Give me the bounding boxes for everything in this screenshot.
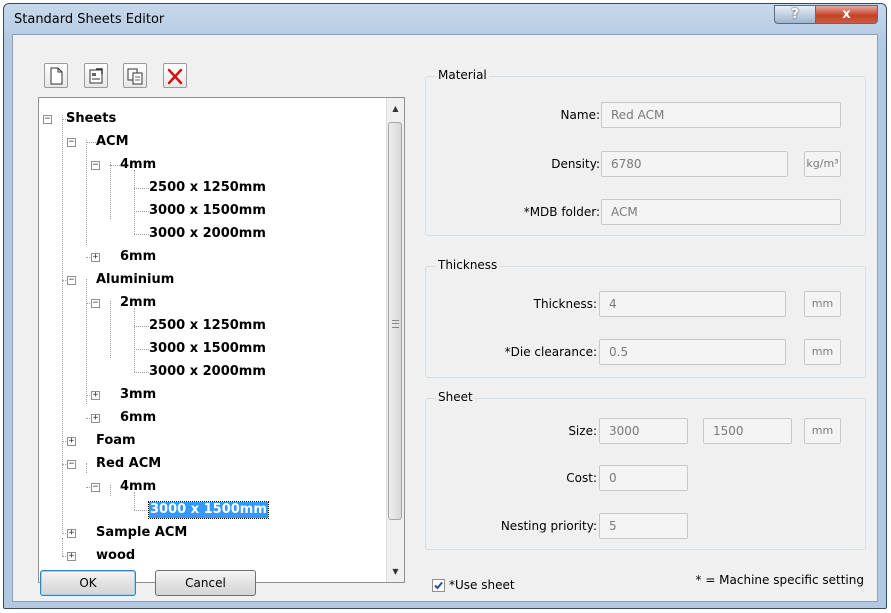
density-label: Density: (551, 157, 600, 171)
tree-node-acm[interactable]: ACM (96, 134, 129, 150)
die-clearance-unit: mm (804, 339, 841, 365)
sheet-group-title: Sheet (436, 390, 475, 404)
tree-node-aluminium-6mm[interactable]: 6mm (120, 410, 156, 426)
dialog-client-area: − Sheets − ACM − 4mm 2500 x 1250mm 3000 … (12, 34, 878, 602)
ok-button[interactable]: OK (40, 570, 136, 596)
tree-node-aluminium-2mm-3000x1500[interactable]: 3000 x 1500mm (149, 341, 266, 357)
tree-expander-aluminium[interactable]: − (67, 276, 76, 285)
tree-node-red-acm-4mm-3000x1500-selected[interactable]: 3000 x 1500mm (148, 501, 269, 519)
tree-node-red-acm-4mm[interactable]: 4mm (120, 479, 156, 495)
tree-node-acm-4mm-3000x2000[interactable]: 3000 x 2000mm (149, 226, 266, 242)
tree-expander-sample-acm[interactable]: + (67, 529, 76, 538)
tree-expander-aluminium-6mm[interactable]: + (91, 414, 100, 423)
tree-node-foam[interactable]: Foam (96, 433, 136, 449)
tree-expander-acm-6mm[interactable]: + (91, 253, 100, 262)
checkmark-icon (434, 581, 443, 590)
tree-expander-acm[interactable]: − (67, 138, 76, 147)
window-title: Standard Sheets Editor (14, 12, 165, 27)
scroll-down-arrow-icon[interactable]: ▼ (387, 563, 404, 580)
thickness-group: Thickness Thickness: 4 mm *Die clearance… (425, 258, 866, 378)
title-bar[interactable]: Standard Sheets Editor ? x (4, 4, 886, 34)
tree-node-sample-acm[interactable]: Sample ACM (96, 525, 187, 541)
new-document-icon (50, 67, 63, 85)
tree-node-acm-4mm[interactable]: 4mm (120, 157, 156, 173)
density-field[interactable]: 6780 (601, 151, 788, 177)
copy-icon (127, 68, 143, 85)
tree-expander-aluminium-2mm[interactable]: − (91, 299, 100, 308)
nesting-priority-field[interactable]: 5 (599, 513, 688, 539)
tree-node-acm-4mm-3000x1500[interactable]: 3000 x 1500mm (149, 203, 266, 219)
thickness-group-title: Thickness (436, 258, 500, 272)
tree-expander-red-acm[interactable]: − (67, 460, 76, 469)
delete-button[interactable] (163, 63, 187, 88)
mdb-folder-label: *MDB folder: (523, 205, 600, 219)
thickness-label: Thickness: (533, 297, 597, 311)
tree-expander-red-acm-4mm[interactable]: − (91, 483, 100, 492)
dialog-window: Standard Sheets Editor ? x − Sheets − AC… (3, 3, 887, 609)
tree-node-aluminium-2mm-3000x2000[interactable]: 3000 x 2000mm (149, 364, 266, 380)
scroll-thumb[interactable] (388, 122, 402, 520)
tree-node-aluminium-2mm[interactable]: 2mm (120, 295, 156, 311)
die-clearance-label: *Die clearance: (504, 345, 597, 359)
die-clearance-field[interactable]: 0.5 (599, 339, 786, 365)
delete-x-icon (167, 68, 183, 85)
scroll-up-arrow-icon[interactable]: ▲ (387, 100, 404, 117)
help-button[interactable]: ? (774, 5, 816, 24)
nesting-priority-label: Nesting priority: (500, 519, 597, 533)
sheet-height-field[interactable]: 1500 (703, 418, 792, 444)
new-sheet-button[interactable] (44, 63, 68, 88)
density-unit: kg/m³ (804, 151, 841, 177)
tree-scrollbar[interactable]: ▲ ▼ (386, 98, 404, 582)
cancel-button[interactable]: Cancel (155, 570, 256, 596)
material-group: Material Name: Red ACM Density: 6780 kg/… (425, 68, 866, 236)
cost-label: Cost: (566, 471, 597, 485)
tree-node-aluminium-3mm[interactable]: 3mm (120, 387, 156, 403)
material-group-title: Material (436, 68, 489, 82)
tree-node-red-acm[interactable]: Red ACM (96, 456, 161, 472)
tree-expander-acm-4mm[interactable]: − (91, 161, 100, 170)
mdb-folder-field[interactable]: ACM (601, 199, 841, 225)
copy-button[interactable] (123, 63, 147, 88)
size-unit: mm (804, 418, 841, 444)
cost-field[interactable]: 0 (599, 465, 688, 491)
name-label: Name: (560, 108, 600, 122)
properties-button[interactable] (84, 63, 108, 88)
tree-node-sheets[interactable]: Sheets (66, 111, 116, 127)
use-sheet-checkbox[interactable] (432, 579, 445, 592)
tree-node-acm-6mm[interactable]: 6mm (120, 249, 156, 265)
thickness-unit: mm (804, 291, 841, 317)
thickness-field[interactable]: 4 (599, 291, 786, 317)
size-label: Size: (568, 424, 597, 438)
close-button[interactable]: x (815, 5, 878, 24)
tree-expander-foam[interactable]: + (67, 437, 76, 446)
tree-expander-wood[interactable]: + (67, 552, 76, 561)
tree-node-wood[interactable]: wood (96, 548, 135, 564)
use-sheet-label[interactable]: *Use sheet (449, 578, 515, 592)
tree-expander-aluminium-3mm[interactable]: + (91, 391, 100, 400)
sheets-tree-view[interactable]: − Sheets − ACM − 4mm 2500 x 1250mm 3000 … (38, 97, 405, 583)
tree-node-aluminium-2mm-2500x1250[interactable]: 2500 x 1250mm (149, 318, 266, 334)
tree-expander-sheets[interactable]: − (43, 115, 52, 124)
sheet-width-field[interactable]: 3000 (599, 418, 688, 444)
tree-node-acm-4mm-2500x1250[interactable]: 2500 x 1250mm (149, 180, 266, 196)
machine-specific-note: * = Machine specific setting (695, 573, 865, 587)
tree-node-aluminium[interactable]: Aluminium (96, 272, 174, 288)
name-field[interactable]: Red ACM (601, 102, 841, 128)
sheet-group: Sheet Size: 3000 1500 mm Cost: 0 Nesting… (425, 390, 866, 550)
properties-icon (89, 68, 103, 84)
